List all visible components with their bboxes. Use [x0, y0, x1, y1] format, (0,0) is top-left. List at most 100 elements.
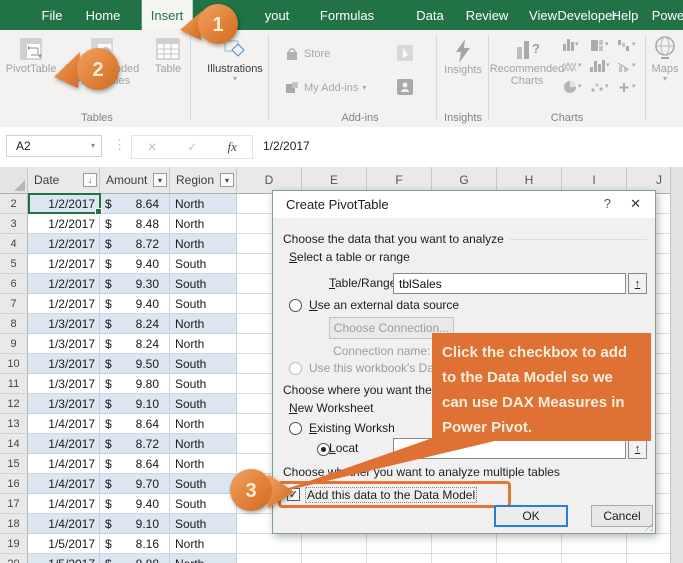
- cell-amount[interactable]: $8.24: [100, 314, 170, 334]
- cell-region[interactable]: North: [170, 414, 237, 434]
- row-number[interactable]: 15: [0, 454, 28, 474]
- cell-empty[interactable]: [367, 534, 432, 554]
- radio-external-source[interactable]: Use an external data source: [289, 298, 459, 312]
- histogram-chart-button[interactable]: ▾: [590, 59, 617, 73]
- cell-amount[interactable]: $9.50: [100, 354, 170, 374]
- cell-empty[interactable]: [432, 554, 497, 563]
- people-graph-addin-button[interactable]: [396, 78, 414, 96]
- row-number[interactable]: 11: [0, 374, 28, 394]
- tab-yout[interactable]: yout: [256, 0, 299, 30]
- cell-empty[interactable]: [302, 534, 367, 554]
- date-sort-filter-icon[interactable]: ↓: [83, 173, 97, 187]
- row-number[interactable]: 12: [0, 394, 28, 414]
- my-addins-button[interactable]: My Add-ins ▾: [284, 80, 366, 96]
- cell-amount[interactable]: $8.72: [100, 434, 170, 454]
- row-number[interactable]: 16: [0, 474, 28, 494]
- refedit-collapse-icon[interactable]: ↑: [628, 273, 647, 294]
- cell-date[interactable]: 1/5/2017: [28, 534, 100, 554]
- cell-date[interactable]: 1/2/2017: [28, 234, 100, 254]
- row-number[interactable]: 6: [0, 274, 28, 294]
- tab-powe[interactable]: Powe: [643, 0, 683, 30]
- cell-date[interactable]: 1/2/2017: [28, 274, 100, 294]
- cell-amount[interactable]: $9.10: [100, 514, 170, 534]
- cell-region[interactable]: South: [170, 274, 237, 294]
- cell-region[interactable]: South: [170, 374, 237, 394]
- cell-amount[interactable]: $8.24: [100, 334, 170, 354]
- tab-home[interactable]: Home: [77, 0, 130, 30]
- row-number[interactable]: 20: [0, 554, 28, 563]
- cell-empty[interactable]: [367, 554, 432, 563]
- cell-date[interactable]: 1/4/2017: [28, 434, 100, 454]
- line-chart-button[interactable]: ▾: [563, 59, 590, 73]
- cell-date[interactable]: 1/3/2017: [28, 394, 100, 414]
- cell-empty[interactable]: [237, 554, 302, 563]
- refedit-collapse-icon[interactable]: ↑: [628, 438, 647, 459]
- recommended-charts-button[interactable]: ? Recommended Charts: [490, 35, 564, 87]
- row-number[interactable]: 13: [0, 414, 28, 434]
- row-number[interactable]: 19: [0, 534, 28, 554]
- ok-button[interactable]: OK: [494, 505, 568, 527]
- pie-chart-button[interactable]: ▾: [563, 80, 590, 94]
- insert-function-icon[interactable]: fx: [228, 139, 237, 155]
- dialog-close-icon[interactable]: ✕: [630, 196, 641, 212]
- cell-empty[interactable]: [562, 554, 627, 563]
- cell-amount[interactable]: $8.16: [100, 534, 170, 554]
- row-number[interactable]: 7: [0, 294, 28, 314]
- tab-review[interactable]: Review: [457, 0, 518, 30]
- vertical-scrollbar[interactable]: [670, 167, 683, 563]
- tab-formulas[interactable]: Formulas: [311, 0, 383, 30]
- cell-date[interactable]: 1/4/2017: [28, 514, 100, 534]
- row-number[interactable]: 2: [0, 194, 28, 214]
- cell-region[interactable]: North: [170, 234, 237, 254]
- cell-date[interactable]: 1/2/2017: [28, 254, 100, 274]
- cell-amount[interactable]: $9.80: [100, 374, 170, 394]
- radio-use-workbook-data-model[interactable]: Use this workbook's Da: [289, 361, 434, 375]
- formula-input[interactable]: 1/2/2017: [263, 135, 310, 157]
- name-box-caret-icon[interactable]: ▾: [91, 142, 95, 150]
- cell-region[interactable]: North: [170, 554, 237, 563]
- dialog-help-icon[interactable]: ?: [604, 196, 611, 211]
- cell-date[interactable]: 1/4/2017: [28, 474, 100, 494]
- cancel-button[interactable]: Cancel: [591, 505, 653, 527]
- bing-maps-addin-button[interactable]: [396, 44, 414, 62]
- cell-date[interactable]: 1/2/2017: [28, 214, 100, 234]
- row-number[interactable]: 4: [0, 234, 28, 254]
- cell-amount[interactable]: $8.64: [100, 454, 170, 474]
- cell-amount[interactable]: $8.72: [100, 234, 170, 254]
- cell-date[interactable]: 1/4/2017: [28, 494, 100, 514]
- radio-new-worksheet[interactable]: New Worksheet: [289, 401, 373, 415]
- add-chart-button[interactable]: ▾: [617, 80, 643, 94]
- amount-filter-icon[interactable]: ▾: [153, 173, 167, 187]
- cell-region[interactable]: North: [170, 214, 237, 234]
- maps-button[interactable]: Maps ▾: [648, 35, 682, 83]
- confirm-entry-icon[interactable]: ✓: [187, 140, 197, 154]
- column-header-region[interactable]: Region ▾: [170, 167, 237, 193]
- cell-date[interactable]: 1/3/2017: [28, 374, 100, 394]
- tab-data[interactable]: Data: [407, 0, 452, 30]
- cell-date[interactable]: 1/3/2017: [28, 334, 100, 354]
- cell-date[interactable]: 1/3/2017: [28, 314, 100, 334]
- cell-region[interactable]: North: [170, 534, 237, 554]
- row-number[interactable]: 5: [0, 254, 28, 274]
- cell-amount[interactable]: $9.10: [100, 394, 170, 414]
- cell-date[interactable]: 1/4/2017: [28, 454, 100, 474]
- cell-region[interactable]: South: [170, 254, 237, 274]
- row-number[interactable]: 9: [0, 334, 28, 354]
- row-number[interactable]: 17: [0, 494, 28, 514]
- cell-date[interactable]: 1/2/2017: [28, 294, 100, 314]
- column-header-amount[interactable]: Amount ▾: [100, 167, 170, 193]
- cancel-entry-icon[interactable]: ✕: [147, 140, 157, 154]
- waterfall-chart-button[interactable]: ▾: [617, 38, 643, 52]
- insights-button[interactable]: Insights: [440, 38, 486, 76]
- cell-region[interactable]: North: [170, 434, 237, 454]
- cell-amount[interactable]: $8.64: [100, 194, 170, 214]
- region-filter-icon[interactable]: ▾: [220, 173, 234, 187]
- cell-amount[interactable]: $9.70: [100, 474, 170, 494]
- cell-region[interactable]: South: [170, 354, 237, 374]
- row-number[interactable]: 10: [0, 354, 28, 374]
- store-button[interactable]: Store: [284, 46, 330, 62]
- select-all-corner[interactable]: [0, 167, 28, 193]
- tab-help[interactable]: Help: [603, 0, 648, 30]
- cell-region[interactable]: North: [170, 314, 237, 334]
- treemap-chart-button[interactable]: ▾: [590, 38, 617, 52]
